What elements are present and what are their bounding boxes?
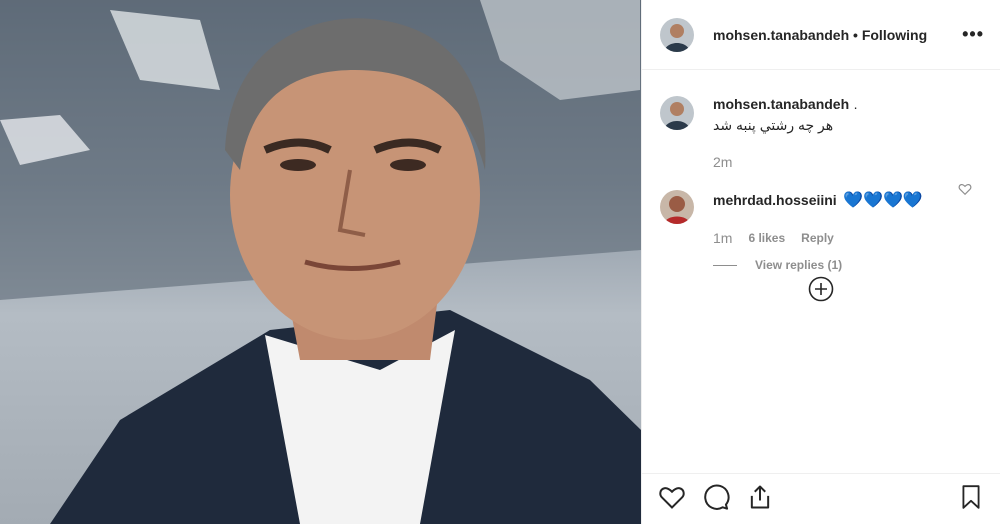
comment-body: mohsen.tanabandeh . هر چه رشتي پنبه شد 2…: [713, 96, 982, 170]
comment-icon[interactable]: [702, 483, 730, 516]
header-text: mohsen.tanabandeh • Following: [713, 27, 962, 43]
view-replies[interactable]: View replies (1): [713, 258, 982, 272]
reply-button[interactable]: Reply: [801, 231, 834, 245]
comment-text: هر چه رشتي پنبه شد: [713, 117, 834, 133]
post-header: mohsen.tanabandeh • Following •••: [642, 0, 1000, 70]
header-separator: •: [853, 26, 858, 43]
portrait-image: [0, 0, 641, 524]
post-view: mohsen.tanabandeh • Following ••• mohsen…: [0, 0, 1000, 524]
share-icon[interactable]: [746, 483, 774, 516]
comment-username[interactable]: mehrdad.hosseiini: [713, 192, 837, 208]
bookmark-icon[interactable]: [958, 483, 984, 516]
heart-icon[interactable]: [658, 483, 686, 516]
comment-body: mehrdad.hosseiini 💙💙💙💙 1m 6 likes Reply …: [713, 190, 982, 272]
replies-line: [713, 264, 737, 266]
more-options-icon[interactable]: •••: [962, 24, 984, 45]
comment-item: mehrdad.hosseiini 💙💙💙💙 1m 6 likes Reply …: [660, 190, 982, 272]
comment-time[interactable]: 1m: [713, 230, 732, 246]
commenter-avatar[interactable]: [660, 190, 694, 224]
comment-meta: 2m: [713, 154, 982, 170]
comment-time[interactable]: 2m: [713, 154, 732, 170]
comment-list: mohsen.tanabandeh . هر چه رشتي پنبه شد 2…: [642, 96, 1000, 272]
comment-like-heart-icon[interactable]: [958, 182, 972, 201]
post-photo[interactable]: [0, 0, 641, 524]
author-username[interactable]: mohsen.tanabandeh: [713, 27, 849, 43]
comment-username[interactable]: mohsen.tanabandeh: [713, 96, 849, 112]
comments-panel: mohsen.tanabandeh • Following ••• mohsen…: [641, 0, 1000, 524]
action-bar: [642, 473, 1000, 524]
load-more-plus-circle-icon[interactable]: [808, 276, 834, 307]
comment-meta: 1m 6 likes Reply: [713, 230, 982, 246]
comment-text: 💙💙💙💙: [843, 192, 923, 209]
view-replies-label[interactable]: View replies (1): [755, 258, 842, 272]
commenter-avatar[interactable]: [660, 96, 694, 130]
following-status[interactable]: Following: [862, 27, 927, 43]
comment-suffix: .: [853, 96, 858, 112]
comment-likes[interactable]: 6 likes: [748, 231, 785, 245]
author-avatar[interactable]: [660, 17, 694, 52]
caption-comment: mohsen.tanabandeh . هر چه رشتي پنبه شد 2…: [660, 96, 982, 170]
